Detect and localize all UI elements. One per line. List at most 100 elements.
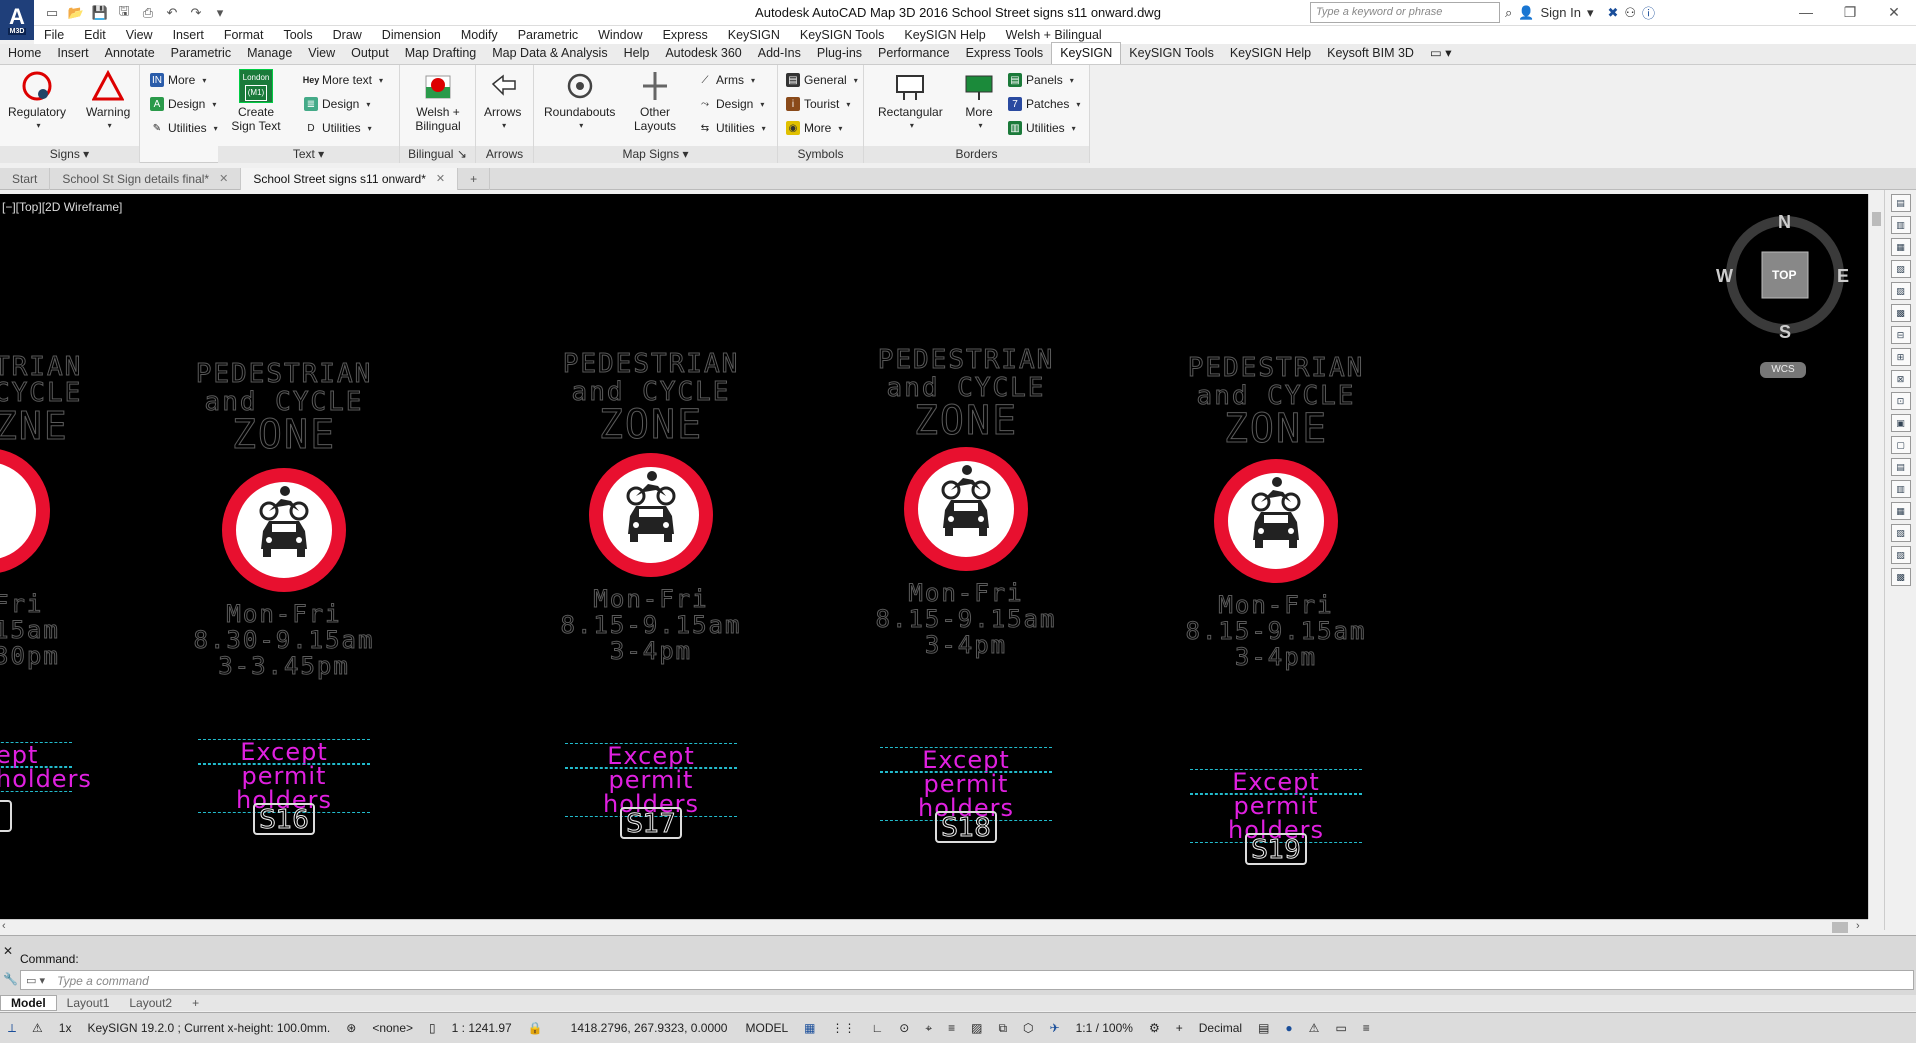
other-layouts-button[interactable]: Other Layouts <box>634 69 676 133</box>
palette-tool-icon[interactable]: ▩ <box>1890 568 1911 586</box>
signs-panel-title[interactable]: Signs ▾ <box>0 146 139 163</box>
annotation-monitor-icon[interactable]: ✈ <box>1050 1021 1060 1035</box>
warning-button[interactable]: Warning ▾ <box>86 69 130 133</box>
document-tab-2[interactable]: School Street signs s11 onward* ✕ <box>241 167 459 190</box>
undo-icon[interactable]: ↶ <box>162 3 182 22</box>
map-design-menu[interactable]: ⤳ Design ▾ <box>698 95 764 113</box>
text-panel-title[interactable]: Text ▾ <box>218 146 399 163</box>
ribbon-tab-insert[interactable]: Insert <box>49 43 96 64</box>
restore-button[interactable]: ❐ <box>1828 0 1872 24</box>
ribbon-tab-keysign[interactable]: KeySIGN <box>1051 42 1122 64</box>
help-icon[interactable]: ⓘ <box>1642 3 1655 22</box>
menu-item-modify[interactable]: Modify <box>451 28 508 42</box>
ribbon-tab-map-data-analysis[interactable]: Map Data & Analysis <box>484 43 615 64</box>
ribbon-minimize-icon[interactable]: ▭ ▾ <box>1422 42 1460 64</box>
scroll-thumb[interactable] <box>1832 922 1848 933</box>
map-utilities-menu[interactable]: ⇆ Utilities ▾ <box>698 119 766 137</box>
drawing-canvas[interactable]: [−][Top][2D Wireframe] TRIAN CYCLE ZNE F… <box>0 194 1868 919</box>
selection-cycling-icon[interactable]: ⧉ <box>998 1021 1007 1036</box>
palette-tool-icon[interactable]: ⊠ <box>1890 370 1911 388</box>
close-tab-icon[interactable]: ✕ <box>219 172 228 185</box>
signs-design-menu[interactable]: A Design ▾ <box>150 95 216 113</box>
a360-icon[interactable]: ⚇ <box>1624 5 1636 21</box>
palette-tool-icon[interactable]: ⊟ <box>1890 326 1911 344</box>
palette-tool-icon[interactable]: ▩ <box>1890 304 1911 322</box>
vertical-scrollbar[interactable] <box>1868 194 1884 919</box>
open-file-icon[interactable]: 📂 <box>66 3 86 22</box>
document-tab-0[interactable]: Start <box>0 167 51 190</box>
panels-menu[interactable]: ▤ Panels ▾ <box>1008 71 1074 89</box>
more-text-menu[interactable]: Hey More text ▾ <box>303 71 383 89</box>
viewcube-top-face[interactable]: TOP <box>1772 268 1796 282</box>
regulatory-button[interactable]: Regulatory ▾ <box>8 69 66 133</box>
layer-icon[interactable]: ⊛ <box>346 1021 356 1035</box>
patches-menu[interactable]: 7 Patches ▾ <box>1008 95 1080 113</box>
anno-scale-status[interactable]: 1:1 / 100% <box>1076 1021 1133 1035</box>
palette-tool-icon[interactable]: ⊡ <box>1890 392 1911 410</box>
layout-tab-model[interactable]: Model <box>0 995 57 1011</box>
document-tab-1[interactable]: School St Sign details final* ✕ <box>50 167 242 190</box>
horizontal-scrollbar[interactable]: ‹ › <box>0 919 1868 935</box>
ribbon-tab-keysign-tools[interactable]: KeySIGN Tools <box>1121 43 1222 64</box>
arms-menu[interactable]: ⟋ Arms ▾ <box>698 71 756 89</box>
close-tab-icon[interactable]: ✕ <box>436 172 445 185</box>
palette-tool-icon[interactable]: ▥ <box>1890 480 1911 498</box>
palette-tool-icon[interactable]: ▧ <box>1890 260 1911 278</box>
annotation-visibility-icon[interactable]: ⚠ <box>32 1021 43 1035</box>
layout-tab-layout1[interactable]: Layout1 <box>57 996 120 1010</box>
grid-icon[interactable]: ▦ <box>804 1021 815 1035</box>
new-file-icon[interactable]: ▭ <box>42 3 62 22</box>
palette-tool-icon[interactable]: ▧ <box>1890 524 1911 542</box>
binoculars-icon[interactable]: ⌕ <box>1505 5 1512 21</box>
viewcube[interactable]: N S E W TOP <box>1716 210 1850 342</box>
ortho-icon[interactable]: ∟ <box>872 1021 884 1035</box>
rectangular-border-button[interactable]: Rectangular ▾ <box>878 69 943 133</box>
zoom-scale[interactable]: 1 : 1241.97 <box>452 1021 512 1035</box>
palette-tool-icon[interactable]: ▣ <box>1890 414 1911 432</box>
bilingual-panel-title[interactable]: Bilingual ↘ <box>400 146 475 163</box>
isolate-icon[interactable]: ● <box>1285 1021 1292 1035</box>
arrows-button[interactable]: Arrows ▾ <box>484 69 521 133</box>
chevron-down-icon[interactable]: ▾ <box>1587 5 1594 21</box>
palette-tool-icon[interactable]: ▤ <box>1890 458 1911 476</box>
print-icon[interactable]: ⎙ <box>138 3 158 22</box>
borders-utilities-menu[interactable]: ▥ Utilities ▾ <box>1008 119 1076 137</box>
quick-properties-icon[interactable]: ▤ <box>1258 1021 1269 1035</box>
menu-item-keysign-help[interactable]: KeySIGN Help <box>894 28 995 42</box>
menu-item-edit[interactable]: Edit <box>74 28 116 42</box>
ribbon-tab-express-tools[interactable]: Express Tools <box>958 43 1052 64</box>
transparency-icon[interactable]: ▨ <box>971 1021 982 1035</box>
annotation-scale-x[interactable]: 1x <box>59 1021 72 1035</box>
more-borders-button[interactable]: More ▾ <box>962 69 996 133</box>
command-prompt-icon[interactable]: ▭ ▾ <box>26 974 45 987</box>
menu-item-window[interactable]: Window <box>588 28 652 42</box>
compass-east[interactable]: E <box>1837 266 1849 287</box>
minimize-button[interactable]: — <box>1784 0 1828 24</box>
palette-tool-icon[interactable]: ▨ <box>1890 546 1911 564</box>
ribbon-tab-manage[interactable]: Manage <box>239 43 300 64</box>
ribbon-tab-output[interactable]: Output <box>343 43 397 64</box>
model-space-button[interactable]: MODEL <box>745 1021 788 1035</box>
menu-item-file[interactable]: File <box>34 28 74 42</box>
menu-item-keysign-tools[interactable]: KeySIGN Tools <box>790 28 895 42</box>
layout-tab-layout2[interactable]: Layout2 <box>119 996 182 1010</box>
create-sign-text-button[interactable]: London (M1) Create Sign Text <box>226 69 286 133</box>
ribbon-tab-parametric[interactable]: Parametric <box>163 43 239 64</box>
exchange-apps-icon[interactable]: ✖ <box>1607 5 1618 21</box>
close-button[interactable]: ✕ <box>1872 0 1916 24</box>
roundabouts-button[interactable]: Roundabouts ▾ <box>544 69 615 133</box>
palette-tool-icon[interactable]: ▢ <box>1890 436 1911 454</box>
ribbon-tab-plug-ins[interactable]: Plug-ins <box>809 43 870 64</box>
ribbon-tab-add-ins[interactable]: Add-Ins <box>750 43 809 64</box>
menu-item-keysign[interactable]: KeySIGN <box>718 28 790 42</box>
hardware-accel-icon[interactable]: ⚠ <box>1309 1021 1320 1035</box>
signs-utilities-menu[interactable]: ✎ Utilities ▾ <box>150 119 218 137</box>
units-status[interactable]: Decimal <box>1199 1021 1242 1035</box>
help-search-input[interactable]: Type a keyword or phrase <box>1310 2 1500 23</box>
compass-west[interactable]: W <box>1716 266 1733 287</box>
close-command-icon[interactable]: ✕ <box>3 944 13 958</box>
polar-icon[interactable]: ⊙ <box>899 1021 909 1035</box>
ribbon-tab-home[interactable]: Home <box>0 43 49 64</box>
customize-status-icon[interactable]: ≡ <box>1363 1021 1370 1035</box>
scroll-thumb[interactable] <box>1872 212 1881 226</box>
